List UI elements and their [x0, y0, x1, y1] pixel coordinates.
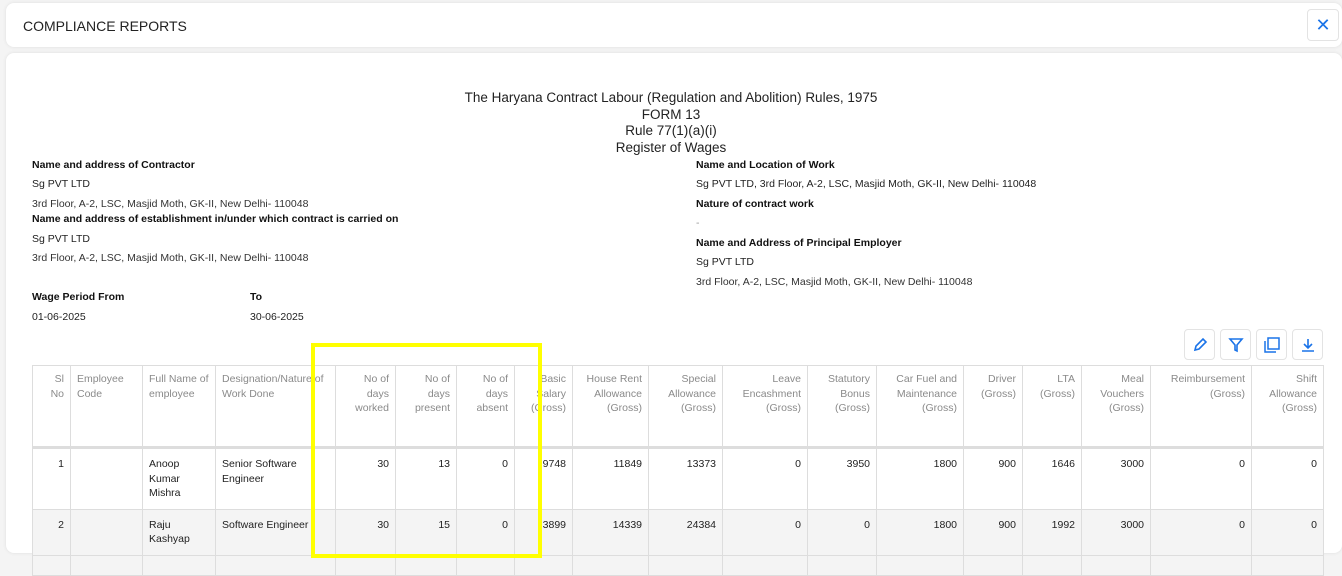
column-header: Car Fuel and Maintenance (Gross) [876, 365, 964, 449]
column-header: Shift Allowance (Gross) [1251, 365, 1324, 449]
establishment-address: 3rd Floor, A-2, LSC, Masjid Moth, GK-II,… [32, 252, 309, 264]
principal-label: Name and Address of Principal Employer [696, 237, 902, 249]
table-cell: 900 [963, 447, 1023, 510]
table-cell [876, 554, 964, 576]
table-cell [963, 554, 1023, 576]
table-cell: 0 [1251, 447, 1324, 510]
table-cell: 1800 [876, 508, 964, 556]
column-header: LTA (Gross) [1022, 365, 1082, 449]
table-cell: 0 [1150, 508, 1252, 556]
table-cell [395, 554, 457, 576]
establishment-name: Sg PVT LTD [32, 233, 90, 245]
table-cell [1022, 554, 1082, 576]
table-cell: 0 [722, 447, 808, 510]
table-cell [1251, 554, 1324, 576]
table-cell: Anoop Kumar Mishra [142, 447, 216, 510]
table-cell: 1646 [1022, 447, 1082, 510]
column-header: House Rent Allowance (Gross) [572, 365, 649, 449]
table-cell: 0 [807, 508, 877, 556]
header-bar: COMPLIANCE REPORTS ✕ [6, 3, 1342, 47]
close-icon: ✕ [1315, 15, 1331, 35]
wage-to-value: 30-06-2025 [250, 311, 304, 323]
table-cell [572, 554, 649, 576]
table-cell [514, 554, 573, 576]
table-row: 2 Raju Kashyap Software Engineer 30 15 0 3899 1… [32, 508, 1324, 556]
wages-table: Sl No Employee Code Full Name of employee D… [32, 365, 1324, 576]
close-button[interactable]: ✕ [1307, 9, 1339, 41]
table-cell: 1992 [1022, 508, 1082, 556]
form-heading: The Haryana Contract Labour (Regulation … [0, 90, 1342, 156]
table-cell [70, 554, 143, 576]
table-cell [1081, 554, 1151, 576]
column-header: Sl No [32, 365, 71, 449]
table-cell [70, 447, 143, 510]
column-header: Reimbursement (Gross) [1150, 365, 1252, 449]
table-cell: 0 [1150, 447, 1252, 510]
contractor-label: Name and address of Contractor [32, 159, 195, 171]
table-cell [142, 554, 216, 576]
table-cell: 13373 [648, 447, 723, 510]
edit-button[interactable] [1184, 329, 1215, 360]
pdf-icon [1263, 336, 1280, 353]
table-cell [722, 554, 808, 576]
work-location-label: Name and Location of Work [696, 159, 835, 171]
column-header: Employee Code [70, 365, 143, 449]
form-number: FORM 13 [641, 106, 701, 122]
table-cell: Raju Kashyap [142, 508, 216, 556]
page-title: COMPLIANCE REPORTS [23, 18, 187, 34]
download-icon [1301, 338, 1314, 352]
wage-from-value: 01-06-2025 [32, 311, 86, 323]
table-cell: 3000 [1081, 508, 1151, 556]
table-row [32, 554, 1324, 576]
highlight-box [311, 343, 542, 558]
principal-name: Sg PVT LTD [696, 256, 754, 268]
nature-value: - [696, 217, 700, 229]
register-title: Register of Wages [615, 139, 727, 155]
table-cell: 1800 [876, 447, 964, 510]
table-cell [648, 554, 723, 576]
column-header: Meal Vouchers (Gross) [1081, 365, 1151, 449]
table-cell [32, 554, 71, 576]
table-cell: 0 [1251, 508, 1324, 556]
column-header: Driver (Gross) [963, 365, 1023, 449]
table-cell [215, 554, 336, 576]
wage-from-label: Wage Period From [32, 291, 125, 303]
table-cell: 14339 [572, 508, 649, 556]
table-cell: 3000 [1081, 447, 1151, 510]
column-header: Full Name of employee [142, 365, 216, 449]
table-header-row: Sl No Employee Code Full Name of employee D… [32, 365, 1324, 449]
table-cell: 0 [722, 508, 808, 556]
pdf-button[interactable] [1256, 329, 1287, 360]
wage-to-label: To [250, 291, 263, 303]
table-toolbar [1184, 329, 1323, 360]
table-cell: 24384 [648, 508, 723, 556]
contractor-name: Sg PVT LTD [32, 178, 90, 190]
act-title: The Haryana Contract Labour (Regulation … [464, 90, 878, 105]
table-cell [1150, 554, 1252, 576]
column-header: Statutory Bonus (Gross) [807, 365, 877, 449]
column-header: Leave Encashment (Gross) [722, 365, 808, 449]
table-cell: 900 [963, 508, 1023, 556]
table-cell: 3950 [807, 447, 877, 510]
table-cell: 1 [32, 447, 71, 510]
nature-label: Nature of contract work [696, 198, 814, 210]
table-cell: 11849 [572, 447, 649, 510]
rule-number: Rule 77(1)(a)(i) [625, 123, 717, 138]
column-header: Special Allowance (Gross) [648, 365, 723, 449]
table-cell [807, 554, 877, 576]
table-cell [456, 554, 515, 576]
filter-icon [1227, 337, 1244, 352]
work-location-value: Sg PVT LTD, 3rd Floor, A-2, LSC, Masjid … [696, 178, 1037, 190]
table-cell [70, 508, 143, 556]
principal-address: 3rd Floor, A-2, LSC, Masjid Moth, GK-II,… [696, 276, 973, 288]
table-cell: 2 [32, 508, 71, 556]
table-cell [335, 554, 396, 576]
edit-icon [1193, 337, 1207, 351]
contractor-address: 3rd Floor, A-2, LSC, Masjid Moth, GK-II,… [32, 198, 309, 210]
table-row: 1 Anoop Kumar Mishra Senior Software Engin… [32, 447, 1324, 510]
establishment-label: Name and address of establishment in/und… [32, 213, 399, 225]
filter-button[interactable] [1220, 329, 1251, 360]
download-button[interactable] [1292, 329, 1323, 360]
